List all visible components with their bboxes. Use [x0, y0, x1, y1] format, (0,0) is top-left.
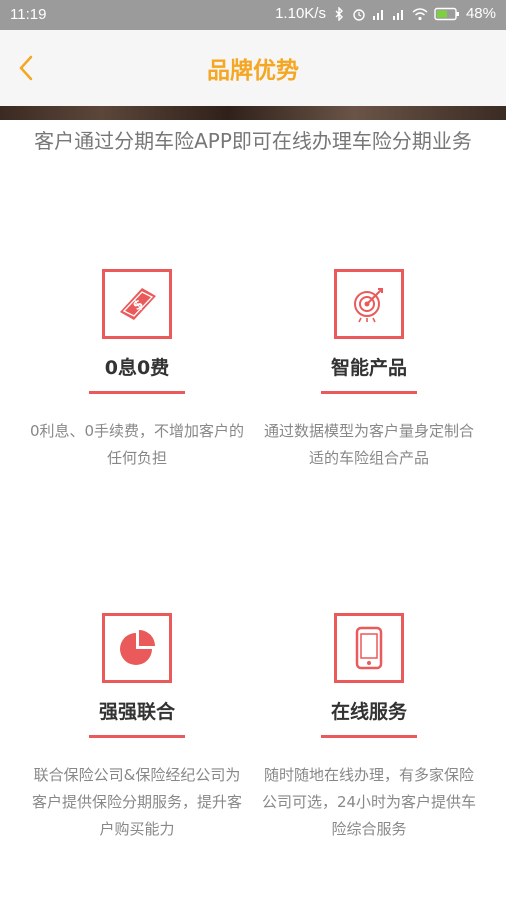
chevron-left-icon	[19, 55, 33, 81]
money-icon: $	[120, 288, 156, 320]
network-speed: 1.10K/s	[275, 5, 326, 22]
feature-description: 联合保险公司&保险经纪公司为客户提供保险分期服务，提升客户购买能力	[31, 766, 242, 838]
alarm-icon	[353, 8, 365, 21]
feature-card: 在线服务 随时随地在线办理，有多家保险公司可选，24小时为客户提供车险综合服务	[249, 613, 489, 843]
target-icon	[354, 288, 383, 323]
feature-title: 在线服务	[330, 701, 407, 723]
title-underline	[89, 391, 185, 394]
title-underline	[89, 735, 185, 738]
banner-image	[0, 106, 506, 120]
feature-card: 智能产品 通过数据模型为客户量身定制合适的车险组合产品	[249, 269, 489, 472]
status-time: 11:19	[10, 6, 47, 23]
bluetooth-icon	[335, 6, 343, 21]
feature-icon-box	[102, 613, 172, 683]
wifi-icon	[412, 7, 428, 20]
feature-card: $ 0息0费 0利息、0手续费，不增加客户的任何负担	[17, 269, 257, 472]
battery-percent: 48%	[465, 5, 496, 22]
feature-icon-box	[334, 613, 404, 683]
title-underline	[321, 735, 417, 738]
feature-description: 随时随地在线办理，有多家保险公司可选，24小时为客户提供车险综合服务	[261, 766, 477, 838]
feature-description: 0利息、0手续费，不增加客户的任何负担	[29, 422, 245, 467]
signal-icon	[372, 9, 383, 20]
title-underline	[321, 391, 417, 394]
signal-icon	[392, 9, 403, 20]
feature-title: 0息0费	[104, 357, 170, 379]
intro-text: 客户通过分期车险APP即可在线办理车险分期业务	[34, 129, 472, 153]
status-icons: 1.10K/s 48%	[275, 5, 496, 22]
app-bar: 品牌优势	[0, 30, 506, 106]
feature-icon-box	[334, 269, 404, 339]
battery-icon	[434, 7, 459, 20]
status-bar: 11:19 1.10K/s 48%	[0, 0, 506, 30]
feature-card: 强强联合 联合保险公司&保险经纪公司为客户提供保险分期服务，提升客户购买能力	[17, 613, 257, 843]
feature-title: 智能产品	[330, 357, 407, 379]
feature-title: 强强联合	[98, 701, 175, 723]
phone-icon	[355, 626, 383, 670]
page-title: 品牌优势	[207, 58, 299, 84]
feature-icon-box: $	[102, 269, 172, 339]
feature-description: 通过数据模型为客户量身定制合适的车险组合产品	[263, 422, 474, 467]
pie-chart-icon	[120, 630, 155, 665]
back-button[interactable]	[8, 48, 44, 88]
